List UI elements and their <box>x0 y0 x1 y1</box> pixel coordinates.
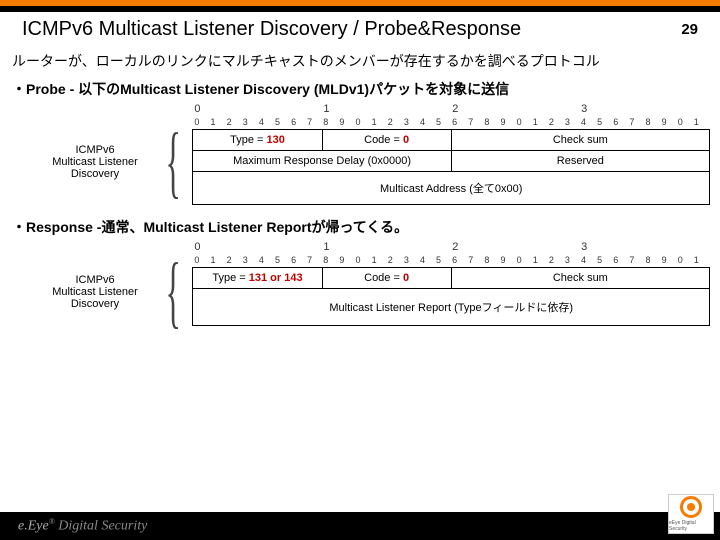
probe-type-cell: Type = 130 <box>193 130 322 151</box>
response-report-cell: Multicast Listener Report (Typeフィールドに依存) <box>193 289 710 326</box>
field-label: Type = <box>212 272 248 284</box>
response-packet-diagram: ICMPv6 Multicast Listener Discovery { 0 … <box>0 241 720 326</box>
footer-logo-caption: eEye Digital Security <box>669 520 713 532</box>
footer-bar: e.Eye® Digital Security <box>0 512 720 540</box>
probe-packet-table: Type = 130 Code = 0 Check sum Maximum Re… <box>192 129 710 205</box>
bit-ruler: 0 1 2 3 <box>192 241 710 253</box>
side-label-text: ICMPv6 Multicast Listener Discovery <box>52 274 138 310</box>
field-value: 130 <box>266 134 284 146</box>
ruler-ten: 1 <box>323 103 452 115</box>
header-row: ICMPv6 Multicast Listener Discovery / Pr… <box>0 12 720 45</box>
response-heading: ・Response -通常、Multicast Listener Reportが… <box>0 215 720 241</box>
ruler-ten: 3 <box>581 241 710 253</box>
probe-maxdelay-cell: Maximum Response Delay (0x0000) <box>193 151 451 172</box>
slide-title: ICMPv6 Multicast Listener Discovery / Pr… <box>22 18 521 41</box>
ruler-ten: 0 <box>194 103 323 115</box>
probe-checksum-cell: Check sum <box>451 130 709 151</box>
probe-code-cell: Code = 0 <box>322 130 451 151</box>
brace-icon: { <box>150 241 192 326</box>
probe-side-label: ICMPv6 Multicast Listener Discovery <box>40 103 150 205</box>
slide-description: ルーターが、ローカルのリンクにマルチキャストのメンバーが存在するかを調べるプロト… <box>0 45 720 77</box>
response-code-cell: Code = 0 <box>322 268 451 289</box>
bit-ruler: 0 1 2 3 <box>192 103 710 115</box>
probe-packet-diagram: ICMPv6 Multicast Listener Discovery { 0 … <box>0 103 720 205</box>
field-label: Type = <box>230 134 266 146</box>
probe-heading: ・Probe - 以下のMulticast Listener Discovery… <box>0 77 720 103</box>
response-checksum-cell: Check sum <box>451 268 709 289</box>
footer-brand-text: e.Eye® Digital Security <box>18 517 147 535</box>
bit-ruler-ones: 01234567890123456789012345678901 <box>192 255 710 265</box>
field-value: 131 or 143 <box>249 272 303 284</box>
response-type-cell: Type = 131 or 143 <box>193 268 322 289</box>
footer-logo: eEye Digital Security <box>668 494 714 534</box>
response-side-label: ICMPv6 Multicast Listener Discovery <box>40 241 150 326</box>
response-packet-table: Type = 131 or 143 Code = 0 Check sum Mul… <box>192 267 710 326</box>
side-label-text: ICMPv6 Multicast Listener Discovery <box>52 144 138 180</box>
probe-multicast-cell: Multicast Address (全て0x00) <box>193 172 710 205</box>
field-label: Code = <box>364 272 403 284</box>
ruler-ten: 2 <box>452 241 581 253</box>
probe-reserved-cell: Reserved <box>451 151 709 172</box>
ruler-ten: 3 <box>581 103 710 115</box>
ruler-ten: 0 <box>194 241 323 253</box>
page-number: 29 <box>681 21 698 38</box>
brace-icon: { <box>150 103 192 205</box>
field-value: 0 <box>403 272 409 284</box>
field-label: Code = <box>364 134 403 146</box>
bit-ruler-ones: 01234567890123456789012345678901 <box>192 117 710 127</box>
ruler-ten: 2 <box>452 103 581 115</box>
ruler-ten: 1 <box>323 241 452 253</box>
eye-logo-icon <box>680 496 702 518</box>
field-value: 0 <box>403 134 409 146</box>
